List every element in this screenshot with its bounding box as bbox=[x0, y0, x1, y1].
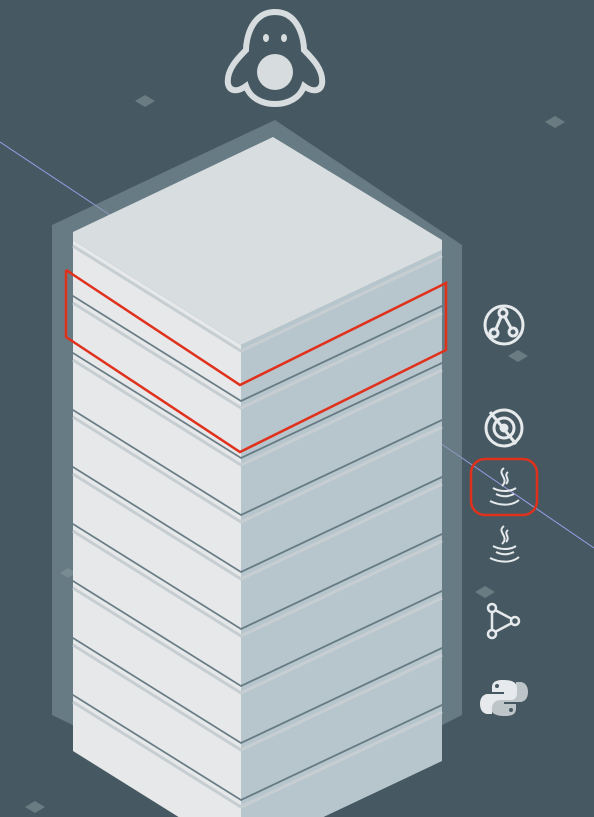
server-scene bbox=[0, 8, 594, 817]
connection-line bbox=[0, 141, 111, 216]
graph-nodes-icon[interactable] bbox=[486, 602, 521, 640]
python-icon[interactable] bbox=[480, 680, 528, 716]
kafka-nodes-icon[interactable] bbox=[483, 304, 525, 346]
linux-penguin-icon bbox=[224, 8, 326, 108]
signal-target-icon[interactable] bbox=[484, 408, 524, 448]
java-icon[interactable] bbox=[489, 525, 520, 563]
